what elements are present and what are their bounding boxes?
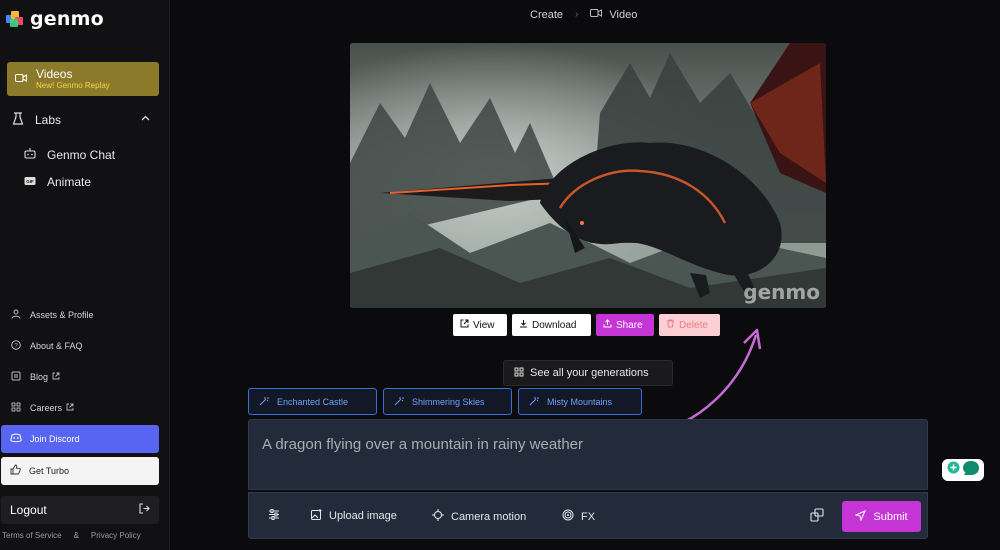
download-button[interactable]: Download — [512, 314, 591, 336]
video-watermark: genmo — [743, 280, 820, 304]
gif-icon: GIF — [23, 176, 37, 189]
chat-bubble-icon — [962, 460, 980, 481]
blog-icon — [10, 371, 22, 383]
discord-icon — [10, 430, 22, 448]
camera-motion-button[interactable]: Camera motion — [432, 509, 526, 524]
external-link-icon — [52, 372, 60, 382]
upload-image-label: Upload image — [329, 510, 397, 522]
suggestion-chip-misty-mountains[interactable]: Misty Mountains — [518, 388, 642, 415]
terms-of-service-link[interactable]: Terms of Service — [2, 531, 62, 540]
sidebar: genmo Videos New! Genmo Replay Labs Genm… — [0, 0, 170, 550]
sidebar-item-label: About & FAQ — [30, 341, 83, 351]
suggestion-chip-enchanted-castle[interactable]: Enchanted Castle — [248, 388, 377, 415]
video-player[interactable]: genmo — [350, 43, 826, 308]
logout-label: Logout — [10, 503, 47, 517]
breadcrumb-video: Video — [590, 8, 637, 21]
sliders-icon — [268, 509, 280, 523]
sidebar-item-labs[interactable]: Labs — [11, 112, 61, 128]
move-icon — [432, 509, 444, 524]
breadcrumb: Create › Video — [530, 8, 637, 21]
share-label: Share — [616, 319, 643, 331]
video-thumbnail — [350, 43, 826, 308]
aspect-ratio-button[interactable] — [810, 508, 824, 525]
sidebar-item-careers[interactable]: Careers — [10, 402, 74, 414]
sidebar-item-videos[interactable]: Videos New! Genmo Replay — [7, 62, 159, 96]
logout-button[interactable]: Logout — [1, 496, 159, 524]
join-discord-label: Join Discord — [30, 434, 80, 444]
sidebar-item-assets-profile[interactable]: Assets & Profile — [10, 309, 94, 321]
breadcrumb-video-label: Video — [609, 8, 638, 21]
image-upload-icon — [311, 509, 322, 523]
fx-label: FX — [581, 510, 596, 523]
privacy-policy-link[interactable]: Privacy Policy — [91, 531, 141, 540]
logo-mark-icon — [6, 9, 26, 29]
camera-motion-label: Camera motion — [451, 510, 527, 523]
magic-wand-icon — [394, 396, 404, 408]
logout-icon — [139, 501, 150, 519]
sidebar-item-label: Labs — [35, 113, 62, 127]
sidebar-item-label: Videos — [36, 66, 73, 81]
sidebar-item-label: Animate — [47, 175, 92, 189]
share-icon — [603, 319, 612, 331]
floating-widget[interactable] — [942, 459, 984, 481]
suggestion-label: Misty Mountains — [547, 396, 613, 407]
prompt-toolbar: Upload image Camera motion FX Submit — [248, 492, 928, 539]
video-icon — [14, 73, 29, 86]
user-icon — [10, 309, 22, 321]
sidebar-item-about-faq[interactable]: ? About & FAQ — [10, 340, 83, 352]
magic-wand-icon — [529, 396, 539, 408]
flask-icon — [11, 112, 25, 128]
aspect-ratio-icon — [810, 508, 824, 525]
download-label: Download — [532, 319, 577, 331]
grid-icon — [514, 367, 524, 380]
thumbs-up-icon — [10, 462, 21, 480]
sidebar-item-label: Genmo Chat — [47, 147, 116, 162]
magic-wand-icon — [259, 396, 269, 408]
view-button[interactable]: View — [453, 314, 507, 336]
footer-separator: & — [73, 531, 79, 540]
chevron-up-icon[interactable] — [141, 113, 150, 124]
view-label: View — [473, 319, 495, 331]
chevron-right-icon: › — [575, 9, 579, 20]
careers-icon — [10, 402, 22, 414]
sidebar-item-label: Blog — [30, 372, 49, 382]
footer-links: Terms of Service & Privacy Policy — [2, 531, 141, 540]
chat-bot-icon — [23, 147, 37, 162]
sidebar-item-sublabel: New! Genmo Replay — [36, 80, 110, 90]
fx-icon — [562, 509, 574, 524]
sidebar-item-animate[interactable]: GIF Animate — [23, 175, 91, 189]
submit-button[interactable]: Submit — [842, 501, 921, 532]
suggestion-chip-shimmering-skies[interactable]: Shimmering Skies — [383, 388, 512, 415]
plus-circle-icon — [947, 461, 960, 479]
external-link-icon — [66, 403, 74, 413]
download-icon — [519, 319, 528, 331]
external-link-icon — [460, 319, 469, 331]
video-icon — [590, 8, 603, 21]
submit-label: Submit — [873, 510, 908, 523]
fx-button[interactable]: FX — [562, 509, 595, 524]
logo-text: genmo — [30, 8, 104, 30]
sidebar-item-genmo-chat[interactable]: Genmo Chat — [23, 147, 115, 162]
upload-image-button[interactable]: Upload image — [311, 509, 397, 523]
breadcrumb-create[interactable]: Create — [530, 9, 563, 21]
genmo-logo[interactable]: genmo — [6, 8, 104, 30]
suggestion-label: Shimmering Skies — [412, 396, 485, 407]
prompt-input[interactable]: A dragon flying over a mountain in rainy… — [248, 419, 928, 490]
sidebar-item-blog[interactable]: Blog — [10, 371, 60, 383]
help-circle-icon: ? — [10, 340, 22, 352]
join-discord-button[interactable]: Join Discord — [1, 425, 159, 453]
settings-button[interactable] — [268, 509, 280, 523]
sidebar-item-label: Careers — [30, 403, 63, 413]
sidebar-item-label: Assets & Profile — [30, 310, 94, 320]
see-all-label: See all your generations — [530, 367, 649, 379]
send-icon — [854, 509, 867, 524]
svg-text:GIF: GIF — [26, 179, 34, 184]
get-turbo-label: Get Turbo — [29, 466, 70, 476]
get-turbo-button[interactable]: Get Turbo — [1, 457, 159, 485]
suggestion-label: Enchanted Castle — [277, 396, 349, 407]
